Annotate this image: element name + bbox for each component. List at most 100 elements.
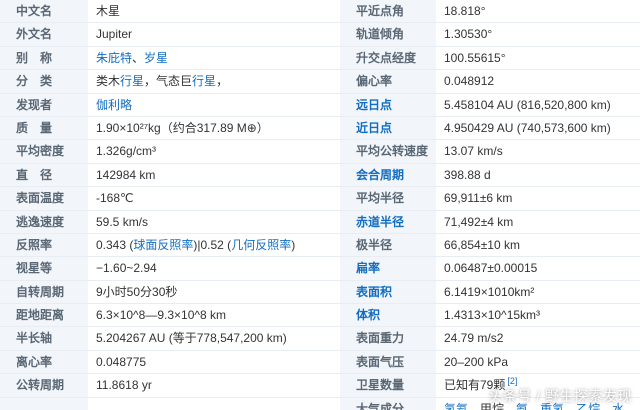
table-row: 质 量 1.90×10²⁷kg（约合317.89 M⊕） 近日点 4.95042…	[0, 116, 640, 141]
link-equatorial-radius[interactable]: 赤道半径	[340, 210, 436, 233]
value-mean-anomaly: 18.818°	[444, 4, 486, 18]
table-row: 视星等 −1.60~2.94 扁率 0.06487±0.00015	[0, 257, 640, 281]
key-mass: 质 量	[0, 116, 88, 140]
value-aphelion: 5.458104 AU (816,520,800 km)	[444, 97, 611, 112]
link-synodic-period[interactable]: 会合周期	[340, 163, 436, 187]
link-planet-2[interactable]: 行星	[192, 74, 216, 88]
key-mean-anomaly: 平近点角	[340, 0, 436, 23]
key-orbital-period: 公转周期	[0, 374, 88, 397]
table-row: 别 称 朱庇特、岁星 升交点经度 100.55615°	[0, 46, 640, 71]
table-row: 距地距离 6.3×10^8—9.3×10^8 km 体积 1.4313×10^1…	[0, 304, 640, 328]
key-eccentricity-2: 离心率	[0, 350, 88, 374]
value-empty	[88, 398, 340, 410]
key-ascending-node: 升交点经度	[340, 46, 436, 70]
text-albedo-1: 0.343 (	[96, 237, 134, 252]
table-row: 发现者 伽利略 远日点 5.458104 AU (816,520,800 km)	[0, 93, 640, 117]
value-earth-distance: 6.3×10^8—9.3×10^8 km	[96, 308, 227, 323]
value-density: 1.326g/cm³	[96, 144, 157, 159]
key-surface-gravity: 表面重力	[340, 327, 436, 350]
watermark-text: 头条号 / 野生探索发现	[488, 388, 632, 404]
link-hydrogen[interactable]: 氢	[444, 402, 456, 410]
text-albedo-2: )|0.52 (	[193, 237, 232, 252]
table-row: 直 径 142984 km 会合周期 398.88 d	[0, 163, 640, 188]
value-mass: 1.90×10²⁷kg（约合317.89 M⊕）	[96, 120, 269, 135]
value-foreign-name: Jupiter	[96, 27, 133, 42]
table-row: 离心率 0.048775 表面气压 20–200 kPa	[0, 350, 640, 375]
key-foreign-name: 外文名	[0, 23, 88, 46]
link-perihelion[interactable]: 近日点	[340, 116, 436, 140]
citation-link[interactable]: [2]	[507, 376, 517, 386]
value-orbital-speed: 13.07 km/s	[444, 144, 503, 159]
key-atmosphere: 大气成分	[340, 397, 436, 410]
link-bond-albedo[interactable]: 球面反照率	[133, 238, 193, 252]
link-galileo[interactable]: 伽利略	[96, 98, 132, 112]
value-synodic-period: 398.88 d	[444, 167, 491, 182]
link-aphelion[interactable]: 远日点	[340, 93, 436, 116]
text-jovian: 类木	[96, 74, 121, 89]
key-density: 平均密度	[0, 140, 88, 163]
key-surface-temp: 表面温度	[0, 187, 88, 210]
key-semi-major-axis: 半长轴	[0, 327, 88, 350]
table-row: 表面温度 -168℃ 平均半径 69,911±6 km	[0, 187, 640, 211]
key-earth-distance: 距地距离	[0, 304, 88, 327]
value-volume: 1.4313×10^15km³	[444, 308, 541, 323]
key-empty	[0, 397, 88, 410]
key-escape-velocity: 逃逸速度	[0, 210, 88, 233]
table-row: 逃逸速度 59.5 km/s 赤道半径 71,492±4 km	[0, 210, 640, 234]
value-surface-temp: -168℃	[96, 191, 134, 206]
text-albedo-3: )	[291, 237, 296, 252]
key-polar-radius: 极半径	[340, 233, 436, 257]
value-albedo: 0.343 (球面反照率)|0.52 (几何反照率)	[88, 234, 340, 256]
value-discoverer: 伽利略	[88, 94, 340, 116]
value-polar-radius: 66,854±10 km	[444, 237, 520, 252]
table-row: 分 类 类木行星，气态巨行星， 偏心率 0.048912	[0, 70, 640, 94]
link-jupiter-roman[interactable]: 朱庇特	[96, 51, 132, 65]
key-surface-pressure: 表面气压	[340, 350, 436, 374]
table-row: 平均密度 1.326g/cm³ 平均公转速度 13.07 km/s	[0, 140, 640, 164]
link-volume[interactable]: 体积	[340, 304, 436, 327]
key-chinese-name: 中文名	[0, 0, 88, 23]
key-orbital-speed: 平均公转速度	[340, 140, 436, 163]
value-escape-velocity: 59.5 km/s	[96, 214, 149, 229]
key-albedo: 反照率	[0, 233, 88, 257]
value-classification: 类木行星，气态巨行星，	[88, 70, 340, 92]
key-alias: 别 称	[0, 46, 88, 70]
value-rotation-period: 9小时50分30秒	[96, 284, 178, 299]
value-ascending-node: 100.55615°	[444, 50, 506, 65]
value-eccentricity: 0.048912	[444, 74, 495, 89]
link-geometric-albedo[interactable]: 几何反照率	[231, 238, 291, 252]
table-row: 反照率 0.343 (球面反照率)|0.52 (几何反照率) 极半径 66,85…	[0, 233, 640, 258]
link-flattening[interactable]: 扁率	[340, 257, 436, 280]
key-inclination: 轨道倾角	[340, 23, 436, 46]
value-alias: 朱庇特、岁星	[88, 47, 340, 69]
value-apparent-magnitude: −1.60~2.94	[96, 261, 157, 276]
link-helium[interactable]: 氦	[456, 402, 468, 410]
key-satellite-count: 卫星数量	[340, 374, 436, 397]
table-row: 外文名 Jupiter 轨道倾角 1.30530°	[0, 23, 640, 47]
key-discoverer: 发现者	[0, 93, 88, 116]
key-rotation-period: 自转周期	[0, 280, 88, 304]
text-gas-giant: ，气态巨	[144, 74, 193, 89]
key-apparent-magnitude: 视星等	[0, 257, 88, 280]
value-eccentricity-2: 0.048775	[96, 354, 147, 369]
value-equatorial-radius: 71,492±4 km	[444, 214, 514, 229]
link-surface-area[interactable]: 表面积	[340, 280, 436, 304]
value-orbital-period: 11.8618 yr	[96, 378, 152, 393]
link-suixing[interactable]: 岁星	[144, 51, 168, 65]
table-row: 半长轴 5.204267 AU (等于778,547,200 km) 表面重力 …	[0, 327, 640, 351]
key-eccentricity: 偏心率	[340, 70, 436, 93]
value-chinese-name: 木星	[96, 4, 121, 18]
infobox-table: 中文名 木星 平近点角 18.818° 外文名 Jupiter 轨道倾角 1.3…	[0, 0, 640, 410]
value-flattening: 0.06487±0.00015	[444, 261, 538, 276]
table-row: 中文名 木星 平近点角 18.818°	[0, 0, 640, 24]
key-mean-radius: 平均半径	[340, 187, 436, 210]
separator: 、	[132, 50, 145, 65]
table-row: 自转周期 9小时50分30秒 表面积 6.1419×1010km²	[0, 280, 640, 305]
text-comma: ，	[216, 74, 229, 89]
key-classification: 分 类	[0, 70, 88, 93]
link-planet[interactable]: 行星	[120, 74, 144, 88]
value-mean-radius: 69,911±6 km	[444, 191, 513, 206]
key-diameter: 直 径	[0, 163, 88, 187]
value-perihelion: 4.950429 AU (740,573,600 km)	[444, 120, 611, 135]
value-surface-pressure: 20–200 kPa	[444, 354, 509, 369]
